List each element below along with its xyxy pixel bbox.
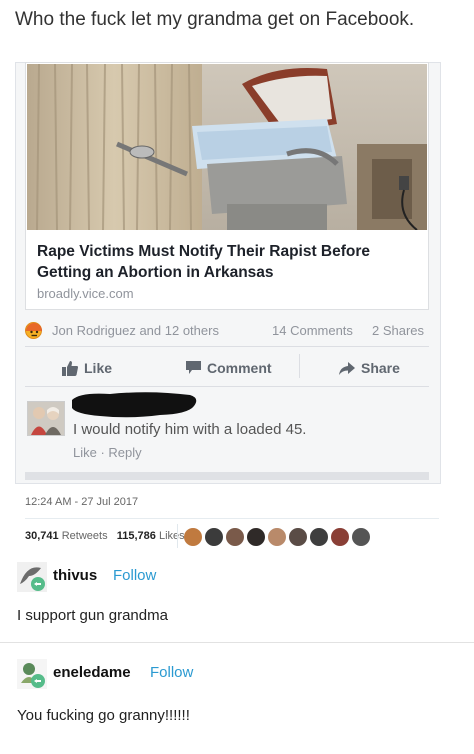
avatar-9 xyxy=(352,528,370,546)
divider xyxy=(177,524,178,548)
angry-react-icon[interactable] xyxy=(25,322,42,339)
reactions-summary[interactable]: Jon Rodriguez and 12 others xyxy=(52,323,219,338)
reply-text: You fucking go granny!!!!!! xyxy=(17,707,190,724)
comment-button[interactable]: Comment xyxy=(186,358,272,378)
follow-button[interactable]: Follow xyxy=(150,664,193,681)
avatar-8 xyxy=(331,528,349,546)
comments-count[interactable]: 14 Comments xyxy=(272,323,353,338)
thumbs-up-icon xyxy=(62,360,78,376)
avatar-2 xyxy=(205,528,223,546)
avatar-4 xyxy=(247,528,265,546)
commenter-avatar[interactable] xyxy=(27,401,65,436)
like-label: Like xyxy=(84,360,113,376)
thivus-avatar[interactable] xyxy=(17,562,47,592)
likes-count[interactable]: 115,786 xyxy=(117,530,156,542)
comment-label: Comment xyxy=(207,360,272,376)
avatar-6 xyxy=(289,528,307,546)
divider xyxy=(299,354,300,378)
eneledame-avatar[interactable] xyxy=(17,659,47,689)
retweets-label[interactable]: Retweets xyxy=(62,530,108,542)
divider xyxy=(25,346,429,347)
retweets-count[interactable]: 30,741 xyxy=(25,530,59,542)
divider xyxy=(25,386,429,387)
reply-text: I support gun grandma xyxy=(17,607,168,624)
divider xyxy=(0,642,474,643)
article-domain: broadly.vice.com xyxy=(37,286,134,301)
share-arrow-icon xyxy=(339,361,355,375)
likes-label[interactable]: Likes xyxy=(159,530,185,542)
share-label: Share xyxy=(361,360,400,376)
share-button[interactable]: Share xyxy=(339,358,400,378)
avatar-5 xyxy=(268,528,286,546)
avatar-3 xyxy=(226,528,244,546)
redacted-commenter-name xyxy=(70,390,200,420)
scroll-track xyxy=(25,472,429,480)
reply-username[interactable]: eneledame xyxy=(53,664,131,681)
tweet-stats: 30,741 Retweets 115,786 Likes xyxy=(25,530,185,542)
divider xyxy=(25,518,439,519)
post-caption: Who the fuck let my grandma get on Faceb… xyxy=(15,9,415,30)
avatar-7 xyxy=(310,528,328,546)
follow-button[interactable]: Follow xyxy=(113,567,156,584)
reactions-row: Jon Rodriguez and 12 others 14 Comments … xyxy=(25,321,429,343)
liker-avatars[interactable] xyxy=(183,527,383,547)
tweet-timestamp[interactable]: 12:24 AM - 27 Jul 2017 xyxy=(25,496,138,508)
comment-actions[interactable]: Like · Reply xyxy=(73,445,142,460)
article-headline[interactable]: Rape Victims Must Notify Their Rapist Be… xyxy=(37,241,412,283)
shares-count[interactable]: 2 Shares xyxy=(372,323,424,338)
reply-username[interactable]: thivus xyxy=(53,567,97,584)
like-button[interactable]: Like xyxy=(62,358,112,378)
article-image[interactable] xyxy=(27,64,427,230)
comment-bubble-icon xyxy=(186,361,201,374)
avatar-1 xyxy=(184,528,202,546)
exam-room-photo xyxy=(27,64,427,230)
comment-text: I would notify him with a loaded 45. xyxy=(73,421,307,438)
